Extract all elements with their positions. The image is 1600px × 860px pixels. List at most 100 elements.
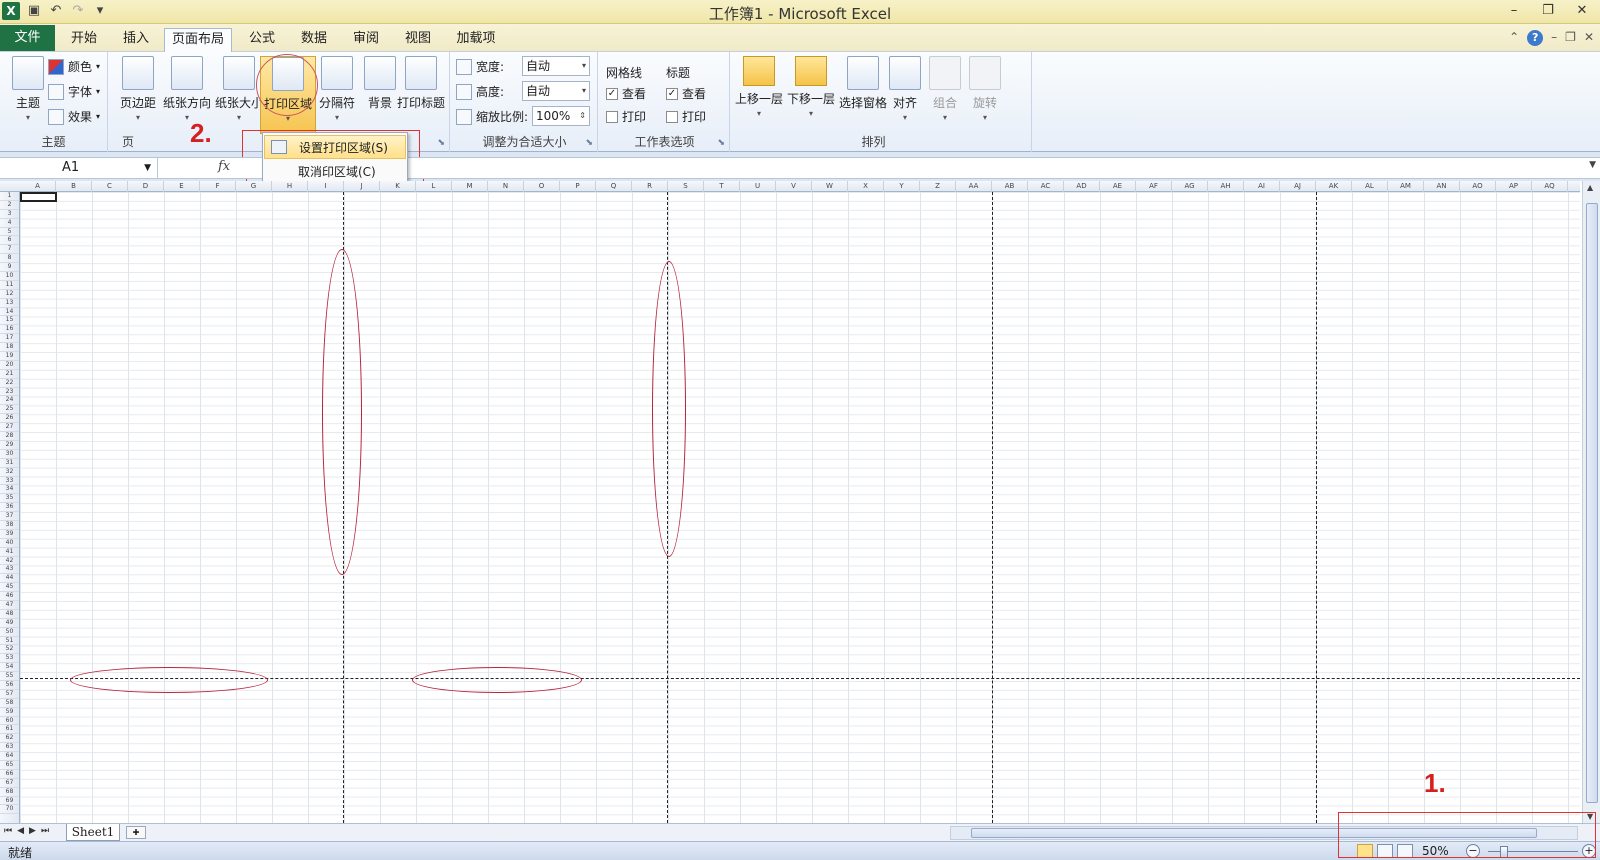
row-header[interactable]: 48: [0, 610, 19, 619]
row-header[interactable]: 46: [0, 592, 19, 601]
row-header[interactable]: 58: [0, 699, 19, 708]
dialog-launcher-icon[interactable]: ⬊: [585, 138, 593, 148]
row-header[interactable]: 21: [0, 370, 19, 379]
column-header[interactable]: D: [128, 181, 164, 192]
row-header[interactable]: 49: [0, 619, 19, 628]
effects-button[interactable]: 效果 ▾: [48, 108, 100, 125]
name-box[interactable]: A1 ▼: [0, 158, 158, 178]
row-header[interactable]: 65: [0, 761, 19, 770]
column-header[interactable]: Z: [920, 181, 956, 192]
doc-close-icon[interactable]: ✕: [1584, 30, 1594, 46]
column-header[interactable]: U: [740, 181, 776, 192]
dialog-launcher-icon[interactable]: ⬊: [717, 138, 725, 148]
close-icon[interactable]: ✕: [1570, 2, 1594, 20]
expand-formula-bar-icon[interactable]: ▼: [1589, 160, 1596, 170]
column-header[interactable]: P: [560, 181, 596, 192]
column-header[interactable]: AH: [1208, 181, 1244, 192]
row-header[interactable]: 53: [0, 654, 19, 664]
row-header[interactable]: 63: [0, 743, 19, 753]
row-header[interactable]: 61: [0, 725, 19, 735]
row-header[interactable]: 70: [0, 805, 19, 815]
row-header[interactable]: 56: [0, 681, 19, 690]
row-header[interactable]: 45: [0, 583, 19, 593]
row-header[interactable]: 16: [0, 325, 19, 335]
row-header[interactable]: 5: [0, 228, 19, 237]
row-header[interactable]: 6: [0, 236, 19, 246]
row-header[interactable]: 41: [0, 548, 19, 557]
tab-page-layout[interactable]: 页面布局: [164, 28, 232, 53]
tab-formulas[interactable]: 公式: [240, 28, 284, 52]
themes-button[interactable]: 主题 ▾: [2, 56, 54, 122]
column-header[interactable]: B: [56, 181, 92, 192]
row-header[interactable]: 12: [0, 290, 19, 299]
row-header[interactable]: 42: [0, 557, 19, 566]
row-header[interactable]: 44: [0, 574, 19, 584]
insert-function-icon[interactable]: fx: [218, 159, 230, 174]
column-header[interactable]: J: [344, 181, 380, 192]
headings-view-checkbox[interactable]: ✓ 查看: [666, 85, 706, 102]
restore-icon[interactable]: ❐: [1536, 2, 1560, 20]
row-header[interactable]: 30: [0, 450, 19, 459]
row-header[interactable]: 66: [0, 770, 19, 779]
menu-set-print-area[interactable]: 设置打印区域(S): [264, 135, 406, 159]
column-header[interactable]: AF: [1136, 181, 1172, 192]
row-header[interactable]: 43: [0, 565, 19, 575]
width-combo[interactable]: 自动 ▾: [522, 56, 590, 76]
tab-file[interactable]: 文件: [0, 25, 55, 51]
dialog-launcher-icon[interactable]: ⬊: [437, 138, 445, 148]
headings-print-checkbox[interactable]: 打印: [666, 108, 706, 125]
column-header[interactable]: G: [236, 181, 272, 192]
doc-minimize-icon[interactable]: –: [1551, 30, 1557, 46]
row-header[interactable]: 32: [0, 468, 19, 477]
column-header[interactable]: AQ: [1532, 181, 1568, 192]
row-header[interactable]: 55: [0, 672, 19, 681]
column-header[interactable]: AG: [1172, 181, 1208, 192]
row-header[interactable]: 11: [0, 281, 19, 290]
row-header[interactable]: 64: [0, 752, 19, 761]
row-header[interactable]: 10: [0, 272, 19, 281]
column-header[interactable]: W: [812, 181, 848, 192]
group-objects-button[interactable]: 组合 ▾: [924, 56, 966, 122]
tab-home[interactable]: 开始: [62, 28, 106, 52]
column-header[interactable]: AM: [1388, 181, 1424, 192]
row-header[interactable]: 67: [0, 779, 19, 788]
gridlines-view-checkbox[interactable]: ✓ 查看: [606, 85, 646, 102]
row-header[interactable]: 1: [0, 192, 19, 201]
colors-button[interactable]: 颜色 ▾: [48, 58, 100, 75]
worksheet[interactable]: A B C D E F G H I J K L M N O P Q R S T U V W X Y Z AA AB AC AD AE AF AG…: [0, 181, 1600, 823]
row-header[interactable]: 47: [0, 601, 19, 610]
minimize-icon[interactable]: –: [1502, 2, 1526, 20]
column-header[interactable]: L: [416, 181, 452, 192]
column-header[interactable]: R: [632, 181, 668, 192]
tab-data[interactable]: 数据: [292, 28, 336, 52]
gridlines-print-checkbox[interactable]: 打印: [606, 108, 646, 125]
scale-spinner[interactable]: 100% ⇕: [532, 106, 590, 126]
row-header[interactable]: 62: [0, 734, 19, 744]
row-header[interactable]: 20: [0, 361, 19, 370]
margins-button[interactable]: 页边距 ▾: [112, 56, 164, 122]
row-header[interactable]: 69: [0, 797, 19, 806]
row-header[interactable]: 3: [0, 210, 19, 219]
row-header[interactable]: 28: [0, 432, 19, 441]
column-header[interactable]: AC: [1028, 181, 1064, 192]
column-header[interactable]: K: [380, 181, 416, 192]
row-header[interactable]: 25: [0, 405, 19, 415]
sheet-tab-sheet1[interactable]: Sheet1: [66, 824, 120, 841]
column-header[interactable]: M: [452, 181, 488, 192]
collapse-ribbon-icon[interactable]: ⌃: [1509, 30, 1519, 46]
row-header[interactable]: 13: [0, 299, 19, 308]
row-header[interactable]: 2: [0, 201, 19, 210]
row-header[interactable]: 14: [0, 308, 19, 317]
row-header[interactable]: 29: [0, 441, 19, 450]
column-header[interactable]: C: [92, 181, 128, 192]
column-header[interactable]: Y: [884, 181, 920, 192]
column-header[interactable]: Q: [596, 181, 632, 192]
fonts-button[interactable]: 字体 ▾: [48, 83, 100, 100]
row-header[interactable]: 33: [0, 477, 19, 486]
column-header[interactable]: AK: [1316, 181, 1352, 192]
row-header[interactable]: 31: [0, 459, 19, 468]
row-header[interactable]: 27: [0, 423, 19, 433]
row-header[interactable]: 15: [0, 316, 19, 326]
row-header[interactable]: 39: [0, 530, 19, 539]
row-header[interactable]: 57: [0, 690, 19, 699]
